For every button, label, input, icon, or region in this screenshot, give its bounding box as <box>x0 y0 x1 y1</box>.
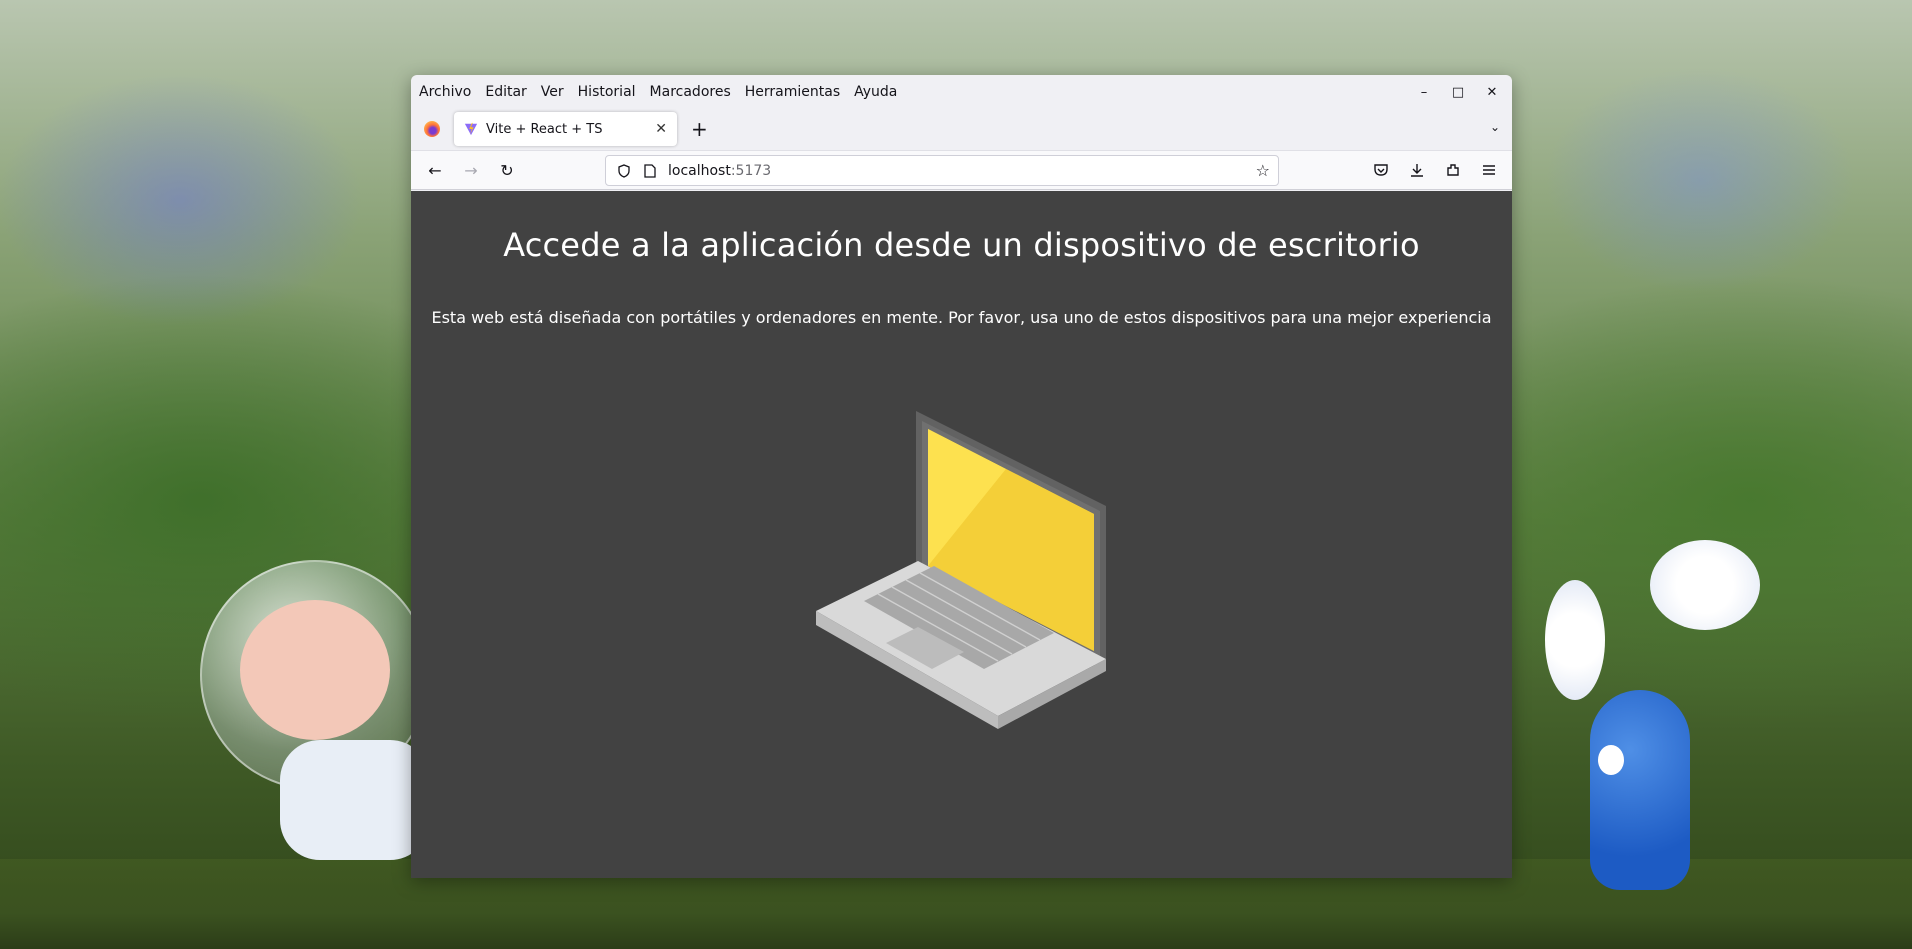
browser-window: Archivo Editar Ver Historial Marcadores … <box>411 75 1512 878</box>
wallpaper-flower <box>1545 580 1605 700</box>
menu-icon[interactable] <box>1474 155 1504 185</box>
menu-ver[interactable]: Ver <box>541 84 564 100</box>
menu-marcadores[interactable]: Marcadores <box>650 84 731 100</box>
minimize-button[interactable]: – <box>1410 81 1438 103</box>
url-bar[interactable]: localhost:5173 ☆ <box>605 155 1279 186</box>
wallpaper-flower <box>1650 540 1760 630</box>
firefox-view-icon[interactable] <box>424 121 440 137</box>
window-controls: – □ ✕ <box>1410 81 1506 103</box>
page-title: Accede a la aplicación desde un disposit… <box>503 226 1420 264</box>
downloads-icon[interactable] <box>1402 155 1432 185</box>
menu-editar[interactable]: Editar <box>485 84 526 100</box>
back-button[interactable]: ← <box>419 154 451 186</box>
bookmark-star-icon[interactable]: ☆ <box>1256 161 1270 180</box>
wallpaper-astronaut-head <box>240 600 390 740</box>
menu-ayuda[interactable]: Ayuda <box>854 84 897 100</box>
menu-herramientas[interactable]: Herramientas <box>745 84 840 100</box>
page-subtext: Esta web está diseñada con portátiles y … <box>431 308 1492 327</box>
url-port: :5173 <box>730 162 772 179</box>
navigation-toolbar: ← → ↻ localhost:5173 ☆ <box>411 150 1512 190</box>
tracking-protection-shield-icon[interactable] <box>616 163 632 179</box>
laptop-illustration <box>816 411 1106 729</box>
close-window-button[interactable]: ✕ <box>1478 81 1506 103</box>
maximize-button[interactable]: □ <box>1444 81 1472 103</box>
vite-icon <box>464 122 478 136</box>
page-content: Accede a la aplicación desde un disposit… <box>411 191 1512 878</box>
reload-button[interactable]: ↻ <box>491 154 523 186</box>
forward-button[interactable]: → <box>455 154 487 186</box>
new-tab-button[interactable]: + <box>691 117 708 141</box>
wallpaper-blue-pikmin <box>1590 690 1690 890</box>
menu-historial[interactable]: Historial <box>578 84 636 100</box>
tab-close-icon[interactable]: ✕ <box>655 121 667 137</box>
menu-archivo[interactable]: Archivo <box>419 84 471 100</box>
toolbar-right <box>1366 155 1504 185</box>
pocket-icon[interactable] <box>1366 155 1396 185</box>
url-host: localhost <box>668 162 731 179</box>
list-all-tabs-button[interactable]: ⌄ <box>1490 120 1500 134</box>
tab-title: Vite + React + TS <box>486 121 603 137</box>
tab-vite-react[interactable]: Vite + React + TS ✕ <box>454 112 677 146</box>
wallpaper-pikmin-eye <box>1598 745 1624 775</box>
wallpaper-astronaut-suit <box>280 740 430 860</box>
menubar: Archivo Editar Ver Historial Marcadores … <box>411 75 1512 108</box>
page-info-icon[interactable] <box>642 163 658 179</box>
tabbar: Vite + React + TS ✕ + ⌄ <box>411 108 1512 150</box>
extensions-icon[interactable] <box>1438 155 1468 185</box>
